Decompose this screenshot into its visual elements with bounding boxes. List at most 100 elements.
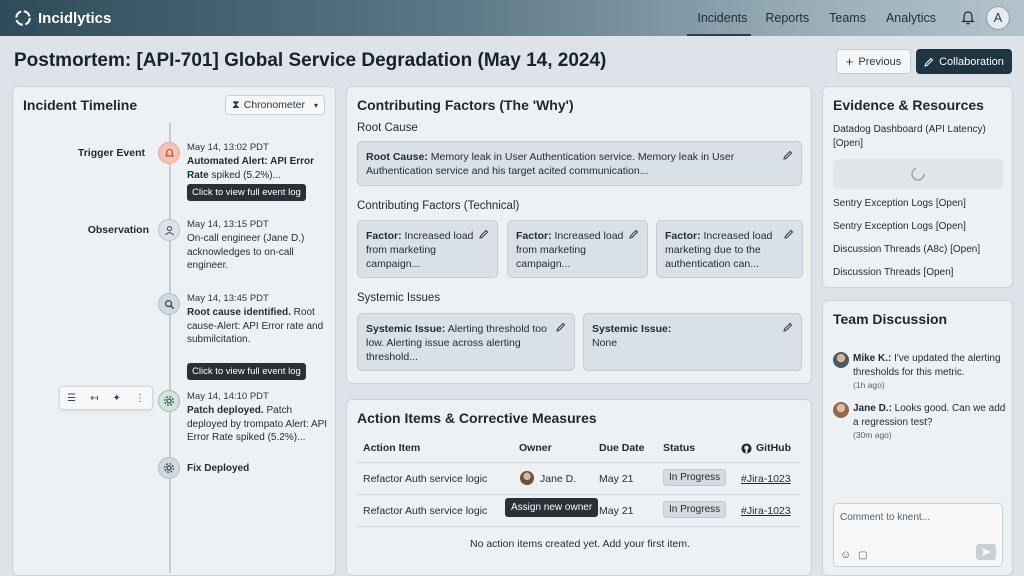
- edit-icon[interactable]: [556, 322, 566, 332]
- assign-owner-tooltip: Assign new owner: [505, 498, 599, 517]
- evidence-title: Evidence & Resources: [833, 97, 984, 113]
- technical-heading: Contributing Factors (Technical): [357, 200, 520, 212]
- previous-label: Previous: [858, 55, 902, 68]
- text-align-icon[interactable]: ☰: [67, 393, 76, 404]
- message-author: Jane D.:: [853, 403, 892, 414]
- hourglass-icon: ⧗: [232, 98, 240, 111]
- timeline-mini-toolbar: ☰ ↤ ✦ ⋮: [59, 386, 153, 410]
- event-title: Fix Deployed: [187, 463, 250, 474]
- avatar: [833, 402, 849, 418]
- comment-placeholder: Comment to knent...: [840, 512, 931, 523]
- github-label: GitHub: [756, 442, 791, 454]
- sort-dropdown[interactable]: ⧗ Chronometer ▾: [225, 95, 325, 115]
- comment-input[interactable]: Comment to knent... ☺ ▢: [833, 503, 1003, 567]
- avatar: [833, 352, 849, 368]
- trigger-event-node[interactable]: [158, 142, 180, 164]
- team-discussion-panel: Team Discussion Mike K.: I've updated th…: [822, 300, 1013, 576]
- magnifier-icon: [164, 299, 174, 309]
- timeline-title: Incident Timeline: [23, 97, 138, 113]
- edit-icon[interactable]: [629, 229, 639, 239]
- brand[interactable]: Incidlytics: [14, 9, 111, 27]
- event-time: May 14, 13:45 PDT: [187, 293, 269, 304]
- user-icon: [164, 225, 174, 235]
- action-item-text[interactable]: Refactor Auth service logic: [363, 473, 487, 485]
- due-date[interactable]: May 21: [599, 505, 633, 517]
- message-author: Mike K.:: [853, 353, 892, 364]
- edit-icon[interactable]: [783, 150, 793, 160]
- user-avatar[interactable]: A: [986, 6, 1010, 30]
- emoji-icon[interactable]: ☺: [840, 549, 851, 561]
- event-label: Trigger Event: [77, 147, 145, 159]
- fix-deployed-node[interactable]: [158, 457, 180, 479]
- logo-icon: [15, 10, 31, 26]
- split-icon[interactable]: ↤: [90, 393, 98, 404]
- systemic-label: Systemic Issue:: [366, 323, 446, 335]
- column-action-item: Action Item: [363, 442, 421, 454]
- factor-card[interactable]: Factor: Increased load from marketing ca…: [507, 220, 648, 278]
- root-cause-node[interactable]: [158, 293, 180, 315]
- status-badge[interactable]: In Progress: [663, 501, 727, 518]
- jira-link[interactable]: #Jira-1023: [741, 473, 791, 485]
- systemic-label: Systemic Issue:: [592, 323, 672, 335]
- contributing-factors-panel: Contributing Factors (The 'Why') Root Ca…: [346, 86, 812, 384]
- attachment-icon[interactable]: ▢: [858, 550, 867, 561]
- factor-label: Factor:: [516, 230, 552, 242]
- previous-button[interactable]: + Previous: [836, 49, 911, 74]
- observation-node[interactable]: [158, 219, 180, 241]
- evidence-link[interactable]: Sentry Exception Logs [Open]: [833, 197, 966, 211]
- send-button[interactable]: [976, 544, 996, 560]
- app-name: Incidlytics: [38, 9, 112, 27]
- edit-icon[interactable]: [784, 229, 794, 239]
- collaboration-button[interactable]: Collaboration: [916, 49, 1012, 74]
- sort-label: Chronometer: [243, 99, 306, 111]
- row-divider: [357, 462, 801, 463]
- collaboration-label: Collaboration: [939, 55, 1004, 68]
- bell-icon[interactable]: [960, 10, 976, 26]
- message-body: Jane D.: Looks good. Can we add a regres…: [853, 402, 1008, 443]
- nav-reports[interactable]: Reports: [755, 0, 819, 36]
- factor-label: Factor:: [366, 230, 402, 242]
- owner-name[interactable]: Jane D.: [540, 473, 576, 485]
- factor-card[interactable]: Factor: Increased load from marketing ca…: [357, 220, 498, 278]
- column-owner: Owner: [519, 442, 552, 454]
- bell-icon: [164, 148, 174, 156]
- nav-teams[interactable]: Teams: [819, 0, 876, 36]
- edit-icon[interactable]: [783, 322, 793, 332]
- actions-title: Action Items & Corrective Measures: [357, 410, 597, 426]
- event-title: Patch deployed.: [187, 405, 264, 416]
- row-divider: [357, 526, 801, 527]
- gear-icon: [164, 396, 174, 406]
- factor-card[interactable]: Factor: Increased load marketing due to …: [656, 220, 803, 278]
- nav-analytics[interactable]: Analytics: [876, 0, 946, 36]
- event-label: Observation: [87, 224, 149, 236]
- root-cause-card[interactable]: Root Cause: Memory leak in User Authenti…: [357, 141, 802, 186]
- evidence-link[interactable]: Sentry Exception Logs [Open]: [833, 220, 966, 234]
- root-cause-heading: Root Cause: [357, 122, 418, 134]
- evidence-link[interactable]: Discussion Threads [Open]: [833, 266, 953, 280]
- message-body: Mike K.: I've updated the alerting thres…: [853, 352, 1008, 393]
- systemic-issue-card[interactable]: Systemic Issue: None: [583, 313, 802, 371]
- due-date[interactable]: May 21: [599, 473, 633, 485]
- pin-icon[interactable]: ✦: [113, 393, 121, 404]
- systemic-issue-card[interactable]: Systemic Issue: Alerting threshold too l…: [357, 313, 575, 371]
- root-cause-label: Root Cause:: [366, 151, 428, 163]
- factor-label: Factor:: [665, 230, 701, 242]
- event-description: Fix Deployed: [187, 462, 332, 476]
- systemic-text: None: [592, 337, 618, 349]
- evidence-link[interactable]: Discussion Threads (A8c) [Open]: [833, 243, 980, 257]
- nav-incidents[interactable]: Incidents: [687, 0, 752, 36]
- evidence-link[interactable]: Datadog Dashboard (API Latency) [Open]: [833, 123, 1003, 150]
- more-icon[interactable]: ⋮: [135, 393, 145, 404]
- jira-link[interactable]: #Jira-1023: [741, 505, 791, 517]
- event-title: Root cause identified.: [187, 307, 291, 318]
- patch-deployed-node[interactable]: [158, 390, 180, 412]
- evidence-panel: Evidence & Resources Datadog Dashboard (…: [822, 86, 1013, 288]
- event-log-tooltip: Click to view full event log: [187, 363, 306, 380]
- action-item-text[interactable]: Refactor Auth service logic: [363, 505, 487, 517]
- factors-title: Contributing Factors (The 'Why'): [357, 97, 574, 113]
- edit-icon[interactable]: [479, 229, 489, 239]
- top-bar: Incidlytics Incidents Reports Teams Anal…: [0, 0, 1024, 36]
- status-badge[interactable]: In Progress: [663, 469, 727, 486]
- event-time: May 14, 13:02 PDT: [187, 142, 269, 153]
- event-detail: spiked (5.2%)...: [208, 169, 281, 181]
